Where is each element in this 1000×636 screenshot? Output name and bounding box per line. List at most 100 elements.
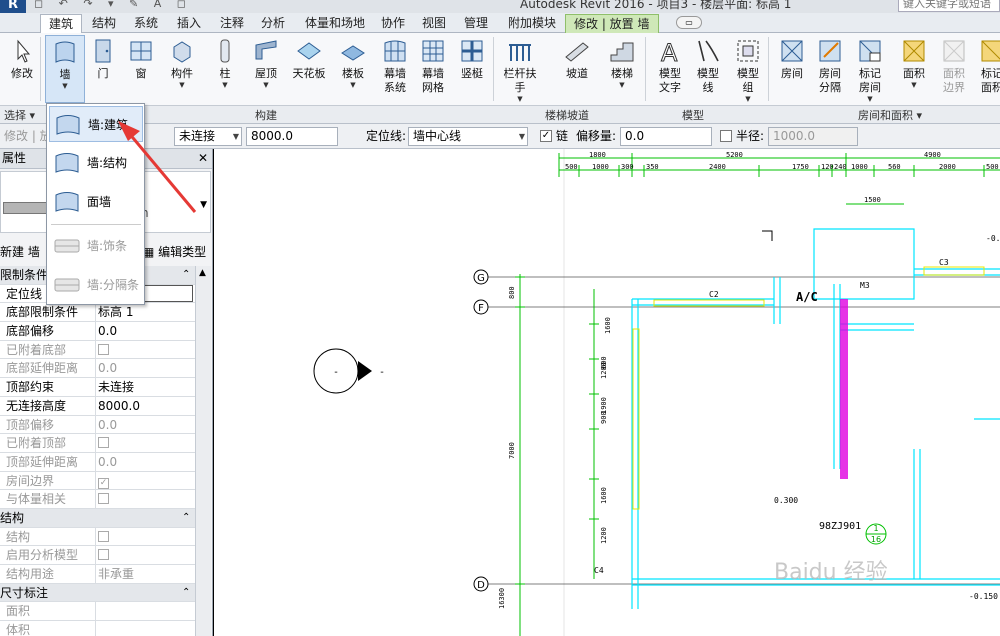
plan-walls[interactable] — [631, 228, 1000, 609]
property-checkbox[interactable] — [98, 493, 109, 505]
chevron-down-icon[interactable]: ▼ — [602, 81, 642, 89]
tab-2[interactable]: 系统 — [126, 14, 166, 33]
property-row[interactable]: 顶部延伸距离 0.0 — [0, 452, 211, 472]
property-row[interactable]: 面积 — [0, 602, 211, 622]
collapse-icon[interactable]: ⌃ — [182, 266, 190, 284]
property-value[interactable]: 非承重 — [95, 565, 193, 583]
ribbon-tool-22[interactable]: 面积 边界 — [934, 35, 974, 103]
property-row[interactable]: 底部限制条件 标高 1 — [0, 303, 211, 323]
property-row[interactable]: 结构 — [0, 527, 211, 547]
property-value[interactable] — [95, 490, 193, 509]
wall-menu-item-3[interactable]: 墙:饰条 — [49, 228, 143, 264]
wall-menu-item-4[interactable]: 墙:分隔条 — [49, 267, 143, 303]
property-value[interactable] — [95, 340, 193, 359]
chevron-down-icon[interactable]: ▼ — [200, 200, 207, 210]
tab-9[interactable]: 管理 — [456, 14, 496, 33]
property-row[interactable]: 已附着底部 — [0, 340, 211, 360]
chevron-down-icon[interactable]: ▼ — [246, 81, 286, 89]
ribbon-tool-17[interactable]: 模型组 ▼ — [728, 35, 768, 103]
ribbon-tool-12[interactable]: 栏杆扶手 ▼ — [500, 35, 540, 103]
tab-10[interactable]: 附加模块 — [500, 14, 564, 33]
ribbon-tool-14[interactable]: 楼梯 ▼ — [602, 35, 642, 103]
ribbon-tool-3[interactable]: 窗 — [121, 35, 161, 103]
ribbon-tool-4[interactable]: 构件 ▼ — [162, 35, 202, 103]
height-mode-select[interactable]: 未连接 ▼ — [174, 127, 242, 146]
collapse-icon[interactable]: ⌃ — [182, 509, 190, 527]
revit-logo-icon[interactable]: R — [0, 0, 26, 13]
chevron-down-icon[interactable]: ▼ — [728, 95, 768, 103]
ribbon-tool-21[interactable]: 面积 ▼ — [894, 35, 934, 103]
property-row[interactable]: 底部延伸距离 0.0 — [0, 359, 211, 379]
height-value-input[interactable]: 8000.0 — [246, 127, 338, 146]
ribbon-tool-1[interactable]: 墙 ▼ — [45, 35, 85, 103]
property-checkbox[interactable]: ✓ — [98, 477, 109, 489]
drawing-canvas[interactable]: - - 1800 5200 4900 500 1000 300 350 2400… — [213, 149, 1000, 636]
ribbon-tool-19[interactable]: 房间 分隔 — [810, 35, 850, 103]
detail-callout[interactable]: 1 16 — [865, 523, 887, 545]
chevron-down-icon[interactable]: ▼ — [894, 81, 934, 89]
wall-menu-item-0[interactable]: 墙:建筑 — [49, 106, 143, 142]
property-row[interactable]: 结构用途 非承重 — [0, 565, 211, 584]
close-icon[interactable]: ✕ — [198, 149, 208, 168]
ribbon-tool-10[interactable]: 幕墙 网格 — [413, 35, 453, 103]
property-row[interactable]: 无连接高度 8000.0 — [0, 396, 211, 416]
ribbon-tool-7[interactable]: 天花板 — [289, 35, 329, 103]
wall-menu-item-1[interactable]: 墙:结构 — [49, 145, 143, 181]
tab-3[interactable]: 插入 — [169, 14, 209, 33]
chevron-down-icon[interactable]: ▼ — [333, 81, 373, 89]
chevron-down-icon[interactable]: ▼ — [205, 81, 245, 89]
property-row[interactable]: 底部偏移 0.0 — [0, 322, 211, 341]
grid-bubbles[interactable]: G F D — [473, 269, 1000, 592]
ribbon-tool-9[interactable]: 幕墙 系统 — [375, 35, 415, 103]
property-value[interactable] — [95, 602, 193, 621]
property-value[interactable] — [95, 621, 193, 636]
ribbon-tool-0[interactable]: 修改 — [2, 35, 42, 103]
radius-checkbox[interactable] — [720, 130, 732, 142]
property-checkbox[interactable] — [98, 549, 109, 561]
property-checkbox[interactable] — [98, 437, 109, 449]
property-value[interactable] — [95, 434, 193, 453]
property-value[interactable]: 0.0 — [95, 415, 193, 434]
tab-8[interactable]: 视图 — [414, 14, 454, 33]
property-row[interactable]: 房间边界 ✓ — [0, 471, 211, 491]
ribbon-tool-15[interactable]: A 模型 文字 — [650, 35, 690, 103]
ribbon-tool-6[interactable]: 屋顶 ▼ — [246, 35, 286, 103]
floor-plan-drawing[interactable]: - - 1800 5200 4900 500 1000 300 350 2400… — [214, 149, 1000, 636]
scroll-up-icon[interactable]: ▲ — [199, 268, 206, 278]
property-row[interactable]: 体积 — [0, 621, 211, 636]
property-row[interactable]: 启用分析模型 — [0, 546, 211, 565]
ribbon-tool-8[interactable]: 楼板 ▼ — [333, 35, 373, 103]
chevron-down-icon[interactable]: ▼ — [850, 95, 890, 103]
property-row[interactable]: 与体量相关 — [0, 490, 211, 509]
ribbon-tool-18[interactable]: 房间 — [772, 35, 812, 103]
collapse-icon[interactable]: ⌃ — [182, 584, 190, 602]
wall-menu-item-2[interactable]: 面墙 — [49, 184, 143, 220]
chevron-down-icon[interactable]: ▼ — [46, 82, 84, 90]
panel-label-0[interactable]: 选择 ▾ — [4, 107, 35, 123]
property-row[interactable]: 顶部约束 未连接 — [0, 378, 211, 397]
property-section[interactable]: 结构 ⌃ — [0, 508, 211, 528]
radius-input[interactable]: 1000.0 — [768, 127, 858, 146]
tab-6[interactable]: 体量和场地 — [297, 14, 373, 33]
property-value[interactable]: 8000.0 — [95, 396, 193, 415]
property-checkbox[interactable] — [98, 343, 109, 355]
offset-input[interactable]: 0.0 — [620, 127, 712, 146]
ribbon-tool-13[interactable]: 坡道 — [557, 35, 597, 103]
level-symbol[interactable]: - - — [313, 348, 385, 394]
property-value[interactable]: 标高 1 — [95, 303, 193, 322]
property-value[interactable]: ✓ — [95, 471, 193, 490]
tab-5[interactable]: 分析 — [253, 14, 293, 33]
ribbon-tool-20[interactable]: 标记 房间 ▼ — [850, 35, 890, 103]
ribbon-tool-5[interactable]: 柱 ▼ — [205, 35, 245, 103]
ribbon-tool-2[interactable]: 门 — [83, 35, 123, 103]
quick-access-toolbar[interactable]: ◻ ↶ ↷ ▾ ✎ A ◻ — [34, 0, 294, 11]
location-line-select[interactable]: 墙中心线 ▼ — [408, 127, 528, 146]
panel-label-4[interactable]: 房间和面积 ▾ — [858, 107, 922, 123]
ribbon-tool-16[interactable]: 模型线 — [688, 35, 728, 103]
property-value[interactable]: 未连接 — [95, 378, 193, 397]
edit-type-button[interactable]: ▦ 编辑类型 — [143, 241, 206, 263]
chevron-down-icon[interactable]: ▼ — [162, 81, 202, 89]
property-row[interactable]: 已附着顶部 — [0, 434, 211, 453]
tab-7[interactable]: 协作 — [373, 14, 413, 33]
property-value[interactable]: 0.0 — [95, 322, 193, 341]
